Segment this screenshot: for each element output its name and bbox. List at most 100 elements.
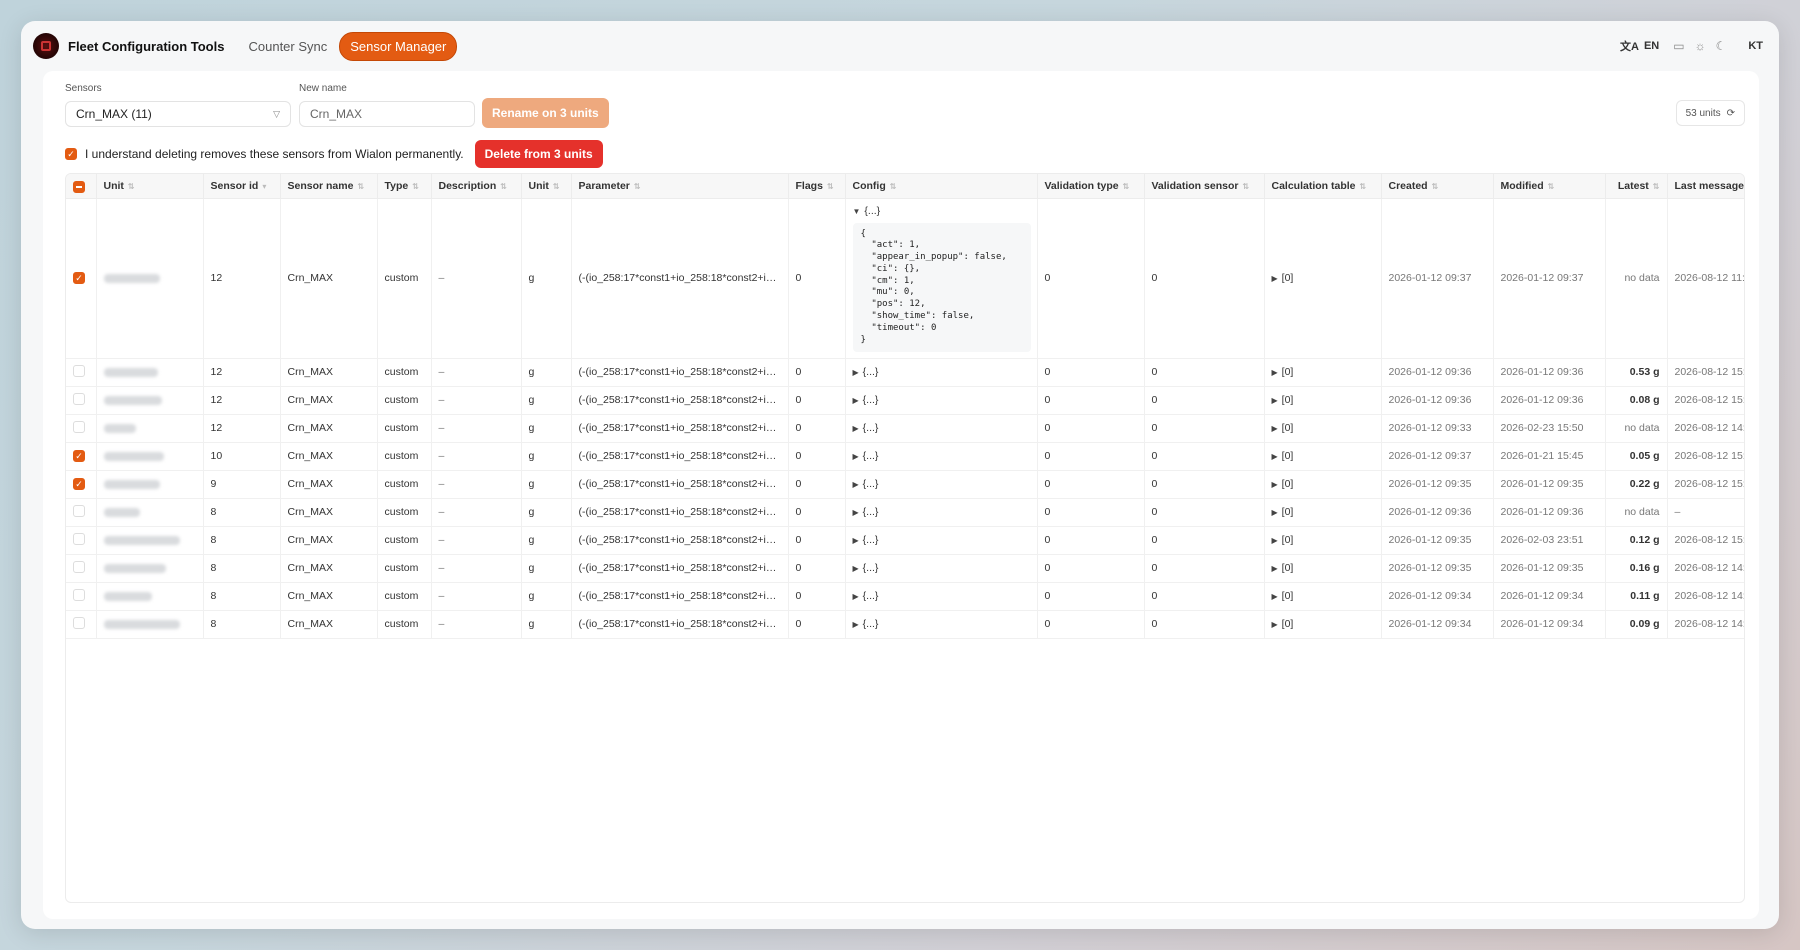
user-avatar[interactable]: KT bbox=[1748, 40, 1763, 52]
calc-table-cell[interactable]: ▶ [0] bbox=[1264, 470, 1382, 499]
row-checkbox[interactable] bbox=[73, 504, 85, 517]
config-cell[interactable]: ▶ {...} bbox=[845, 526, 1038, 555]
row-checkbox[interactable] bbox=[73, 420, 85, 433]
select-all-checkbox[interactable] bbox=[73, 180, 85, 193]
row-checkbox[interactable] bbox=[73, 588, 85, 601]
caret-right-icon[interactable]: ▶ bbox=[1272, 368, 1278, 377]
table-row[interactable]: 8 Crn_MAX custom – g (-(io_258:17*const1+io_2… bbox=[66, 554, 1744, 583]
config-cell[interactable]: ▶ {...} bbox=[845, 386, 1038, 415]
row-select-cell[interactable] bbox=[66, 198, 97, 359]
calc-table-cell[interactable]: ▶ [0] bbox=[1264, 414, 1382, 443]
config-toggle[interactable]: {...} bbox=[863, 478, 879, 490]
row-checkbox[interactable] bbox=[73, 450, 85, 463]
tab-sensor-manager[interactable]: Sensor Manager bbox=[339, 31, 458, 61]
confirm-delete-checkbox[interactable] bbox=[65, 148, 77, 160]
calc-table-toggle[interactable]: [0] bbox=[1282, 422, 1294, 434]
sensors-select[interactable]: Crn_MAX (11) ▽ bbox=[65, 101, 291, 127]
row-checkbox[interactable] bbox=[73, 478, 85, 491]
new-name-input[interactable] bbox=[299, 101, 475, 127]
caret-right-icon[interactable]: ▶ bbox=[853, 564, 859, 573]
row-select-cell[interactable] bbox=[66, 610, 97, 639]
unit-name-cell[interactable] bbox=[96, 470, 204, 499]
unit-name-cell[interactable] bbox=[96, 386, 204, 415]
row-select-cell[interactable] bbox=[66, 386, 97, 415]
calc-table-toggle[interactable]: [0] bbox=[1282, 506, 1294, 518]
unit-name-cell[interactable] bbox=[96, 498, 204, 527]
config-toggle[interactable]: {...} bbox=[863, 618, 879, 630]
caret-right-icon[interactable]: ▶ bbox=[1272, 620, 1278, 629]
config-cell[interactable]: ▶ {...} bbox=[845, 582, 1038, 611]
unit-name-cell[interactable] bbox=[96, 414, 204, 443]
table-row[interactable]: 12Crn_MAXcustom–g(-(io_258:17*const1+io_… bbox=[66, 198, 1744, 359]
caret-right-icon[interactable]: ▶ bbox=[853, 424, 859, 433]
caret-down-icon[interactable]: ▼ bbox=[853, 207, 861, 216]
row-select-cell[interactable] bbox=[66, 358, 97, 387]
config-cell[interactable]: ▶ {...} bbox=[845, 610, 1038, 639]
caret-right-icon[interactable]: ▶ bbox=[1272, 424, 1278, 433]
table-row[interactable]: 10Crn_MAXcustom–g(-(io_258:17*const1+io_… bbox=[66, 442, 1744, 471]
unit-name-cell[interactable] bbox=[96, 442, 204, 471]
col-header[interactable]: Modified ⇅ bbox=[1493, 174, 1606, 199]
table-row[interactable]: 8 Crn_MAX custom – g (-(io_258:17*const1+io_2… bbox=[66, 582, 1744, 611]
calc-table-toggle[interactable]: [0] bbox=[1282, 562, 1294, 574]
col-header[interactable]: Sensor name ⇅ bbox=[280, 174, 378, 199]
col-header[interactable]: Type ⇅ bbox=[377, 174, 432, 199]
config-cell[interactable]: ▶ {...} bbox=[845, 358, 1038, 387]
unit-name-cell[interactable] bbox=[96, 582, 204, 611]
col-header[interactable]: Validation type ⇅ bbox=[1037, 174, 1145, 199]
row-checkbox[interactable] bbox=[73, 272, 85, 285]
calc-table-cell[interactable]: ▶ [0] bbox=[1264, 554, 1382, 583]
caret-right-icon[interactable]: ▶ bbox=[1272, 536, 1278, 545]
caret-right-icon[interactable]: ▶ bbox=[853, 592, 859, 601]
calc-table-toggle[interactable]: [0] bbox=[1282, 618, 1294, 630]
caret-right-icon[interactable]: ▶ bbox=[853, 480, 859, 489]
col-header[interactable]: Description ⇅ bbox=[431, 174, 522, 199]
unit-name-cell[interactable] bbox=[96, 526, 204, 555]
calc-table-cell[interactable]: ▶ [0] bbox=[1264, 498, 1382, 527]
calc-table-toggle[interactable]: [0] bbox=[1282, 478, 1294, 490]
caret-right-icon[interactable]: ▶ bbox=[1272, 508, 1278, 517]
col-header[interactable]: Config ⇅ bbox=[845, 174, 1038, 199]
delete-button[interactable]: Delete from 3 units bbox=[474, 140, 603, 168]
row-checkbox[interactable] bbox=[73, 364, 85, 377]
calc-table-toggle[interactable]: [0] bbox=[1282, 366, 1294, 378]
caret-right-icon[interactable]: ▶ bbox=[1272, 564, 1278, 573]
col-header[interactable]: Latest ⇅ bbox=[1605, 174, 1668, 199]
config-cell[interactable]: ▶ {...} bbox=[845, 554, 1038, 583]
row-select-cell[interactable] bbox=[66, 498, 97, 527]
unit-name-cell[interactable] bbox=[96, 198, 204, 359]
config-cell[interactable]: ▶ {...} bbox=[845, 442, 1038, 471]
rename-button[interactable]: Rename on 3 units bbox=[482, 98, 609, 128]
caret-right-icon[interactable]: ▶ bbox=[853, 452, 859, 461]
config-cell[interactable]: ▶ {...} bbox=[845, 414, 1038, 443]
row-select-cell[interactable] bbox=[66, 442, 97, 471]
table-row[interactable]: 8 Crn_MAX custom – g (-(io_258:17*const1+io_2… bbox=[66, 526, 1744, 555]
caret-right-icon[interactable]: ▶ bbox=[1272, 452, 1278, 461]
caret-right-icon[interactable]: ▶ bbox=[853, 368, 859, 377]
moon-icon[interactable]: ☾ bbox=[1716, 39, 1727, 53]
calc-table-cell[interactable]: ▶ [0] bbox=[1264, 526, 1382, 555]
calc-table-cell[interactable]: ▶ [0] bbox=[1264, 386, 1382, 415]
table-row[interactable]: 8 Crn_MAX custom – g (-(io_258:17*const1+io_2… bbox=[66, 610, 1744, 639]
config-toggle[interactable]: {...} bbox=[863, 562, 879, 574]
col-header[interactable]: Last message⇅ bbox=[1667, 174, 1744, 199]
unit-name-cell[interactable] bbox=[96, 610, 204, 639]
config-toggle[interactable]: {...} bbox=[863, 366, 879, 378]
caret-right-icon[interactable]: ▶ bbox=[853, 536, 859, 545]
row-checkbox[interactable] bbox=[73, 560, 85, 573]
col-header[interactable]: Unit ⇅ bbox=[96, 174, 204, 199]
config-toggle[interactable]: {...} bbox=[863, 590, 879, 602]
col-header[interactable]: Flags ⇅ bbox=[788, 174, 846, 199]
calc-table-toggle[interactable]: [0] bbox=[1282, 394, 1294, 406]
caret-right-icon[interactable]: ▶ bbox=[1272, 274, 1278, 283]
calc-table-toggle[interactable]: [0] bbox=[1282, 272, 1294, 284]
caret-right-icon[interactable]: ▶ bbox=[853, 620, 859, 629]
config-cell[interactable]: ▼ {...} { "act": 1, "appear_in_popup": fa… bbox=[845, 198, 1038, 359]
caret-right-icon[interactable]: ▶ bbox=[853, 508, 859, 517]
col-header[interactable]: Sensor id ▾ bbox=[203, 174, 281, 199]
calc-table-toggle[interactable]: [0] bbox=[1282, 590, 1294, 602]
calc-table-toggle[interactable]: [0] bbox=[1282, 534, 1294, 546]
monitor-icon[interactable]: ▭ bbox=[1673, 39, 1684, 53]
col-header[interactable]: Parameter ⇅ bbox=[571, 174, 789, 199]
config-toggle[interactable]: {...} bbox=[864, 205, 880, 217]
